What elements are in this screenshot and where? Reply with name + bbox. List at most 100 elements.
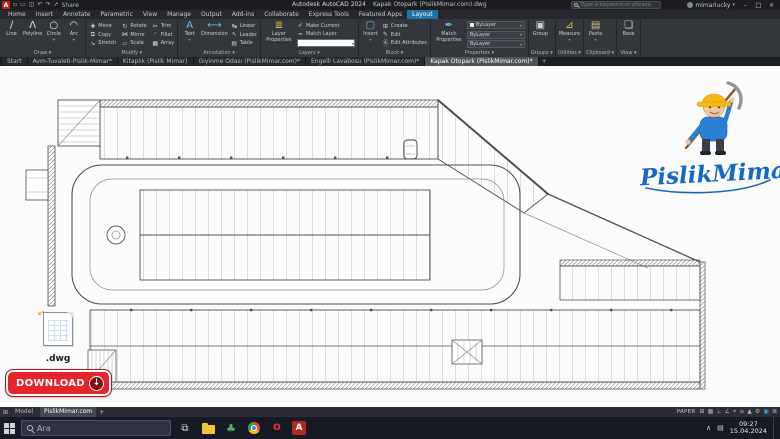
create-button[interactable]: ⊞Create <box>382 23 427 30</box>
fillet-button[interactable]: ◜Fillet <box>152 31 174 38</box>
ribbon-tab-insert[interactable]: Insert <box>31 10 58 19</box>
new-layout-button[interactable]: + <box>99 409 104 416</box>
tray-expand-icon[interactable]: ∧ <box>706 424 711 432</box>
paper-space-toggle[interactable]: PAPER <box>677 409 696 415</box>
bylayer-dropdown-3[interactable]: ByLayer▾ <box>467 40 525 48</box>
match-layer-button[interactable]: ≈Match Layer <box>297 31 355 38</box>
file-tab-avm-tuvaleti-pislik-mimar[interactable]: Avm-Tuvaleti-Pislik-Mimar* <box>28 57 118 66</box>
panel-footer-layers[interactable]: Layers ▾ <box>263 49 356 57</box>
ribbon-tab-featured-apps[interactable]: Featured Apps <box>354 10 407 19</box>
taskbar-clock[interactable]: 09:27 15.04.2024 <box>730 421 767 436</box>
dwg-file-icon[interactable]: ↙ .dwg <box>36 312 80 365</box>
layout-tab-pislikmimar-com[interactable]: PislikMimar.com <box>40 407 96 417</box>
panel-footer-properties[interactable]: Properties ▾ <box>433 49 526 57</box>
ortho-mode-icon[interactable]: ⊥ <box>716 407 721 417</box>
ribbon-tab-express-tools[interactable]: Express Tools <box>304 10 354 19</box>
trim-button[interactable]: ✂Trim <box>152 23 174 30</box>
open-file-icon[interactable]: ▭ <box>20 0 26 10</box>
help-search[interactable] <box>571 1 661 9</box>
chrome-taskbar-icon[interactable] <box>246 420 262 436</box>
layer-dropdown[interactable]: ▾ <box>297 39 355 47</box>
stretch-button[interactable]: ↘Stretch <box>89 40 116 47</box>
ribbon-tab-parametric[interactable]: Parametric <box>95 10 138 19</box>
panel-footer-block[interactable]: Block ▾ <box>361 49 428 57</box>
panel-footer-view[interactable]: View ▾ <box>619 49 638 57</box>
autocad-taskbar-icon[interactable]: A <box>292 421 306 435</box>
bylayer-dropdown-1[interactable]: ByLayer▾ <box>467 21 525 29</box>
layout-grid-icon[interactable]: ⊞ <box>3 409 8 416</box>
drawing-canvas[interactable]: PislikMimar ↙ .dwg DOWNLOAD ↓ <box>0 66 780 407</box>
leader-button[interactable]: ↖Leader <box>231 31 257 38</box>
file-tab-engelli-lavabosu-pislikmimar-com[interactable]: Engelli Lavabosu (PislikMimar.com)* <box>306 57 425 66</box>
taskbar-search[interactable]: Ara <box>21 420 171 436</box>
file-tab-kitapl-k-pislik-mimar[interactable]: Kitaplık (Pislik Mimar) <box>118 57 194 66</box>
task-view-taskbar-icon[interactable]: ⧉ <box>177 420 193 436</box>
ribbon-tab-view[interactable]: View <box>138 10 162 19</box>
account-menu[interactable]: mimarlucky ▾ <box>687 2 735 9</box>
model-space-tab[interactable]: Model <box>11 407 37 417</box>
ribbon-tab-home[interactable]: Home <box>3 10 31 19</box>
new-drawing-tab-button[interactable]: + <box>539 57 551 66</box>
new-file-icon[interactable]: ▫ <box>13 0 17 10</box>
close-button[interactable]: × <box>765 0 778 10</box>
layer-properties-button[interactable]: ≣Layer Properties <box>264 20 294 49</box>
search-input[interactable] <box>580 2 658 8</box>
panel-footer-groups[interactable]: Groups ▾ <box>531 49 553 57</box>
edit-button[interactable]: ✎Edit <box>382 31 427 38</box>
edit-attributes-button[interactable]: ⒶEdit Attributes <box>382 40 427 47</box>
arc-button[interactable]: ◠Arc▾ <box>65 20 82 49</box>
annotation-scale-icon[interactable]: ▲ <box>747 407 752 417</box>
object-snap-icon[interactable]: ⌖ <box>733 407 736 417</box>
ribbon-tab-manage[interactable]: Manage <box>162 10 196 19</box>
notifications-icon[interactable]: ▤ <box>717 424 724 432</box>
panel-footer-utilities[interactable]: Utilities ▾ <box>558 49 581 57</box>
lineweight-icon[interactable]: ≡ <box>739 407 744 417</box>
line-button[interactable]: ∕Line <box>3 20 20 49</box>
move-button[interactable]: ✚Move <box>89 23 116 30</box>
panel-footer-draw[interactable]: Draw ▾ <box>2 49 83 57</box>
photos-taskbar-icon[interactable]: ♣ <box>223 420 239 436</box>
group-button[interactable]: ▣Group <box>532 20 549 49</box>
copy-button[interactable]: ⧉Copy <box>89 31 116 38</box>
file-explorer-taskbar-icon[interactable] <box>200 420 216 436</box>
linear-button[interactable]: ↹Linear <box>231 23 257 30</box>
polyline-button[interactable]: ΛPolyline <box>23 20 42 49</box>
ribbon-tab-annotate[interactable]: Annotate <box>58 10 95 19</box>
autocad-logo-icon[interactable]: A <box>2 1 10 9</box>
share-icon[interactable]: ↗ <box>53 0 58 10</box>
measure-button[interactable]: ⊿Measure▾ <box>559 20 580 49</box>
polar-tracking-icon[interactable]: ∠ <box>724 407 729 417</box>
start-button[interactable] <box>4 423 15 434</box>
base-button[interactable]: ❏Base <box>620 20 637 49</box>
opera-taskbar-icon[interactable]: O <box>269 420 285 436</box>
share-label[interactable]: Share <box>62 2 79 9</box>
snap-mode-icon[interactable]: ▦ <box>708 407 714 417</box>
panel-footer-annotation[interactable]: Annotation ▾ <box>180 49 258 57</box>
array-button[interactable]: ▦Array <box>152 40 174 47</box>
ribbon-tab-add-ins[interactable]: Add-ins <box>227 10 259 19</box>
download-button[interactable]: DOWNLOAD ↓ <box>6 370 111 396</box>
paste-button[interactable]: ▤Paste▾ <box>587 20 604 49</box>
circle-button[interactable]: ○Circle▾ <box>45 20 62 49</box>
match-properties-button[interactable]: ✒Match Properties <box>434 20 464 49</box>
panel-footer-clipboard[interactable]: Clipboard ▾ <box>586 49 614 57</box>
workspace-switching-icon[interactable]: ⚙ <box>755 407 760 417</box>
bylayer-dropdown-2[interactable]: ByLayer▾ <box>467 31 525 39</box>
show-desktop-button[interactable] <box>773 417 776 439</box>
table-button[interactable]: ▤Table <box>231 40 257 47</box>
make-current-button[interactable]: ✔Make Current <box>297 22 355 29</box>
file-tab-kapak-otopark-pislikmimar-com[interactable]: Kapak Otopark (PislikMimar.com)* <box>425 57 538 66</box>
insert-button[interactable]: ▢Insert▾ <box>362 20 379 49</box>
maximize-button[interactable]: □ <box>752 0 765 10</box>
text-button[interactable]: AText▾ <box>181 20 198 49</box>
mirror-button[interactable]: ⋈Mirror <box>121 31 146 38</box>
rotate-button[interactable]: ↻Rotate <box>121 23 146 30</box>
grid-display-icon[interactable]: ⊞ <box>700 407 705 417</box>
panel-footer-modify[interactable]: Modify ▾ <box>88 49 175 57</box>
ribbon-tab-layout[interactable]: Layout <box>407 10 437 19</box>
comment-icon[interactable]: ▣ <box>763 407 769 417</box>
scale-button[interactable]: ▱Scale <box>121 40 146 47</box>
file-tab-start[interactable]: Start <box>2 57 28 66</box>
ribbon-tab-collaborate[interactable]: Collaborate <box>259 10 304 19</box>
customization-icon[interactable]: ≣ <box>772 407 777 417</box>
